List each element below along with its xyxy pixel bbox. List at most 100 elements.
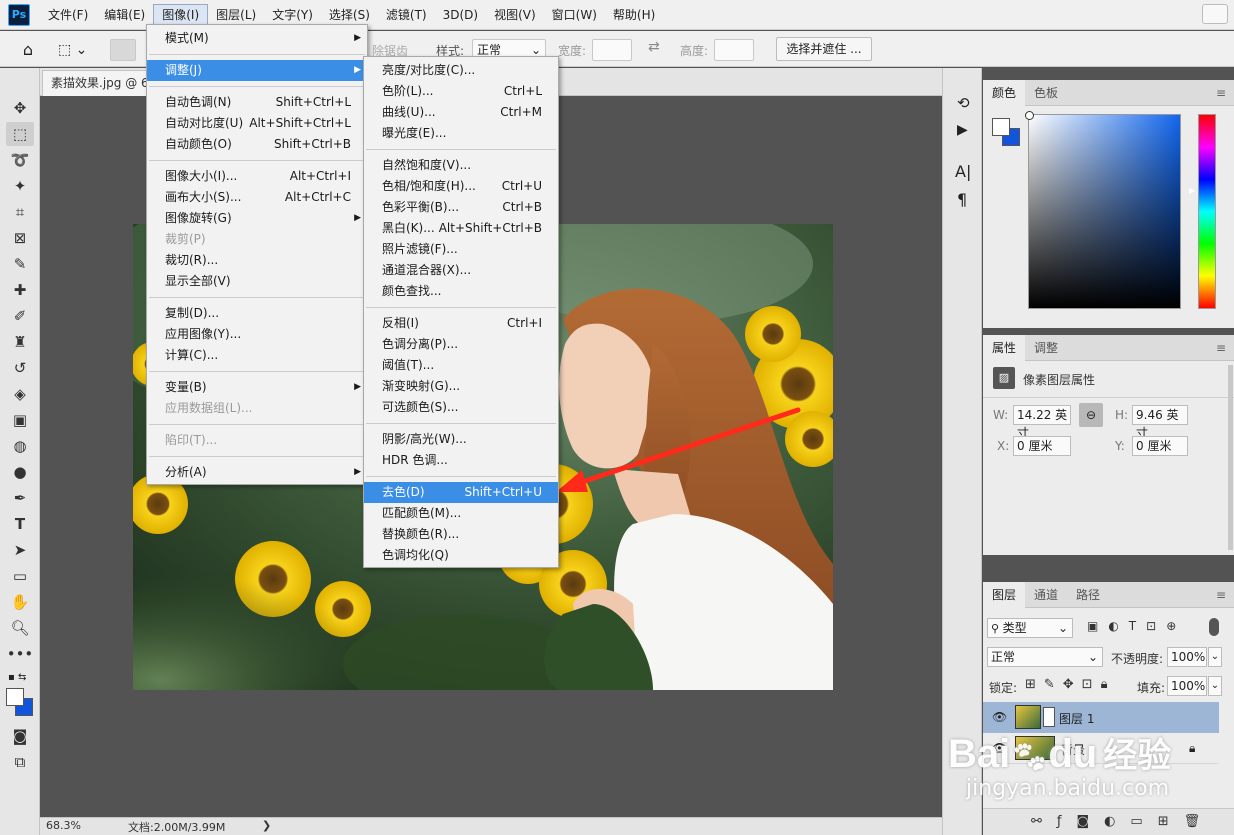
panel-menu-icon[interactable]: ≡ (1216, 341, 1226, 355)
menu-item[interactable]: 色调分离(P)... (364, 334, 558, 355)
opacity-field[interactable]: 100% (1167, 647, 1207, 667)
menu-view[interactable]: 视图(V) (486, 3, 544, 27)
menu-item[interactable]: 自动颜色(O) Shift+Ctrl+B (147, 134, 367, 155)
gradient-tool-icon[interactable]: ▣ (6, 408, 34, 432)
menu-item[interactable]: 渐变映射(G)... (364, 376, 558, 397)
lasso-tool-icon[interactable]: ➰ (6, 148, 34, 172)
tab-properties[interactable]: 属性 (983, 335, 1026, 361)
height-field[interactable]: 9.46 英寸 (1132, 405, 1188, 440)
filter-toggle[interactable] (1209, 618, 1219, 636)
menu-file[interactable]: 文件(F) (40, 3, 96, 27)
scrollbar[interactable] (1228, 365, 1233, 550)
menu-item[interactable]: 画布大小(S)... Alt+Ctrl+C (147, 187, 367, 208)
menu-item[interactable]: 复制(D)... (147, 303, 367, 324)
layer-name[interactable]: 背景 (1061, 741, 1085, 758)
tab-color[interactable]: 颜色 (983, 80, 1026, 106)
menu-item[interactable]: 模式(M) ▶ (147, 28, 367, 49)
hue-slider[interactable] (1198, 114, 1216, 309)
home-icon[interactable]: ⌂ (14, 39, 42, 61)
menu-item[interactable]: 自然饱和度(V)... (364, 155, 558, 176)
fill-dropdown-icon[interactable]: ⌄ (1208, 676, 1222, 696)
tab-paths[interactable]: 路径 (1067, 582, 1109, 608)
menu-item[interactable]: HDR 色调... (364, 450, 558, 471)
width-field[interactable]: 14.22 英寸 (1013, 405, 1071, 440)
menu-item[interactable]: 可选颜色(S)... (364, 397, 558, 418)
menu-item[interactable]: 变量(B) ▶ (147, 377, 367, 398)
menu-item[interactable]: 陷印(T)... (147, 430, 367, 451)
menu-item[interactable]: 黑白(K)... Alt+Shift+Ctrl+B (364, 218, 558, 239)
layer-actions-bar[interactable]: ⚯ƒ◙◐▭⊞🗑︎ (983, 808, 1234, 835)
menu-item[interactable]: 去色(D) Shift+Ctrl+U (364, 482, 558, 503)
screen-mode-icon[interactable]: ⧉ (6, 750, 34, 774)
more-tools-icon[interactable]: ••• (6, 642, 34, 666)
menu-item[interactable]: 照片滤镜(F)... (364, 239, 558, 260)
tab-adjustments[interactable]: 调整 (1025, 335, 1067, 361)
menu-window[interactable]: 窗口(W) (544, 3, 605, 27)
menu-item[interactable]: 匹配颜色(M)... (364, 503, 558, 524)
select-and-mask-button[interactable]: 选择并遮住 ... (776, 37, 872, 61)
healing-brush-icon[interactable]: ✚ (6, 278, 34, 302)
link-icon[interactable]: ⊖ (1079, 403, 1103, 427)
menu-item[interactable]: 图像旋转(G) ▶ (147, 208, 367, 229)
menu-item[interactable]: 色彩平衡(B)... Ctrl+B (364, 197, 558, 218)
menu-item[interactable]: 分析(A) ▶ (147, 462, 367, 483)
menu-item[interactable]: 调整(J) ▶ (147, 60, 367, 81)
shape-tool-icon[interactable]: ▭ (6, 564, 34, 588)
layer-row-layer1[interactable]: 👁︎ 图层 1 (983, 702, 1219, 733)
visibility-eye-icon[interactable]: 👁︎ (992, 741, 1007, 755)
layer-filter-select[interactable]: ⚲ 类型 ⌄ (987, 618, 1073, 638)
eraser-tool-icon[interactable]: ◈ (6, 382, 34, 406)
menu-item[interactable]: 应用数据组(L)... (147, 398, 367, 419)
x-field[interactable]: 0 厘米 (1013, 436, 1071, 456)
marquee-preset-icon[interactable]: ⬚ ⌄ (58, 39, 98, 61)
menu-item[interactable]: 计算(C)... (147, 345, 367, 366)
type-tool-icon[interactable]: T (6, 512, 34, 536)
menu-select[interactable]: 选择(S) (321, 3, 378, 27)
menu-edit[interactable]: 编辑(E) (96, 3, 153, 27)
hand-tool-icon[interactable]: ✋ (6, 590, 34, 614)
menu-item[interactable]: 应用图像(Y)... (147, 324, 367, 345)
history-brush-icon[interactable]: ↺ (6, 356, 34, 380)
menu-item[interactable]: 色相/饱和度(H)... Ctrl+U (364, 176, 558, 197)
crop-tool-icon[interactable]: ⌗ (6, 200, 34, 224)
history-icon[interactable]: ⟲ (957, 94, 970, 112)
actions-play-icon[interactable]: ▶ (957, 122, 968, 138)
menu-help[interactable]: 帮助(H) (605, 3, 663, 27)
move-tool-icon[interactable]: ✥ (6, 96, 34, 120)
layer-name[interactable]: 图层 1 (1059, 710, 1094, 727)
pen-tool-icon[interactable]: ✒ (6, 486, 34, 510)
menu-type[interactable]: 文字(Y) (264, 3, 321, 27)
panel-menu-icon[interactable]: ≡ (1216, 588, 1226, 602)
fill-field[interactable]: 100% (1167, 676, 1207, 696)
menu-item[interactable]: 裁切(R)... (147, 250, 367, 271)
color-picker-field[interactable] (1025, 111, 1181, 309)
marquee-tool-icon[interactable]: ⬚ (6, 122, 34, 146)
visibility-eye-icon[interactable]: 👁︎ (992, 710, 1007, 724)
layer-row-background[interactable]: 👁︎ 背景 🔒︎ (983, 733, 1219, 764)
status-menu-arrow[interactable]: ❯ (262, 819, 271, 832)
height-input[interactable] (714, 39, 754, 61)
menu-item[interactable]: 显示全部(V) (147, 271, 367, 292)
layer-filter-icons[interactable]: ▣◐T⊡⊕ (1087, 619, 1186, 633)
tab-layers[interactable]: 图层 (983, 582, 1026, 608)
menu-item[interactable]: 曝光度(E)... (364, 123, 558, 144)
zoom-tool-icon[interactable]: 🔍︎ (6, 616, 34, 640)
paragraph-icon[interactable]: ¶ (957, 190, 967, 209)
opacity-dropdown-icon[interactable]: ⌄ (1208, 647, 1222, 667)
lock-icons[interactable]: ⊞✎✥⊡🔒︎ (1025, 677, 1116, 692)
menu-image[interactable]: 图像(I) (153, 3, 209, 26)
hue-slider-marker-icon[interactable]: ▶ (1189, 186, 1195, 195)
quick-mask-icon[interactable]: ◙ (6, 724, 34, 748)
magic-wand-icon[interactable]: ✦ (6, 174, 34, 198)
swap-icon[interactable]: ⇄ (648, 39, 660, 55)
foreground-color-swatch[interactable] (6, 688, 24, 706)
path-select-icon[interactable]: ➤ (6, 538, 34, 562)
window-control-button[interactable] (1202, 4, 1228, 24)
new-selection-icon[interactable] (110, 39, 136, 61)
blend-mode-select[interactable]: 正常 ⌄ (987, 647, 1103, 667)
menu-item[interactable]: 自动色调(N) Shift+Ctrl+L (147, 92, 367, 113)
menu-item[interactable]: 反相(I) Ctrl+I (364, 313, 558, 334)
fg-color-swatch[interactable] (992, 118, 1010, 136)
stamp-tool-icon[interactable]: ♜ (6, 330, 34, 354)
tab-swatches[interactable]: 色板 (1025, 80, 1067, 106)
